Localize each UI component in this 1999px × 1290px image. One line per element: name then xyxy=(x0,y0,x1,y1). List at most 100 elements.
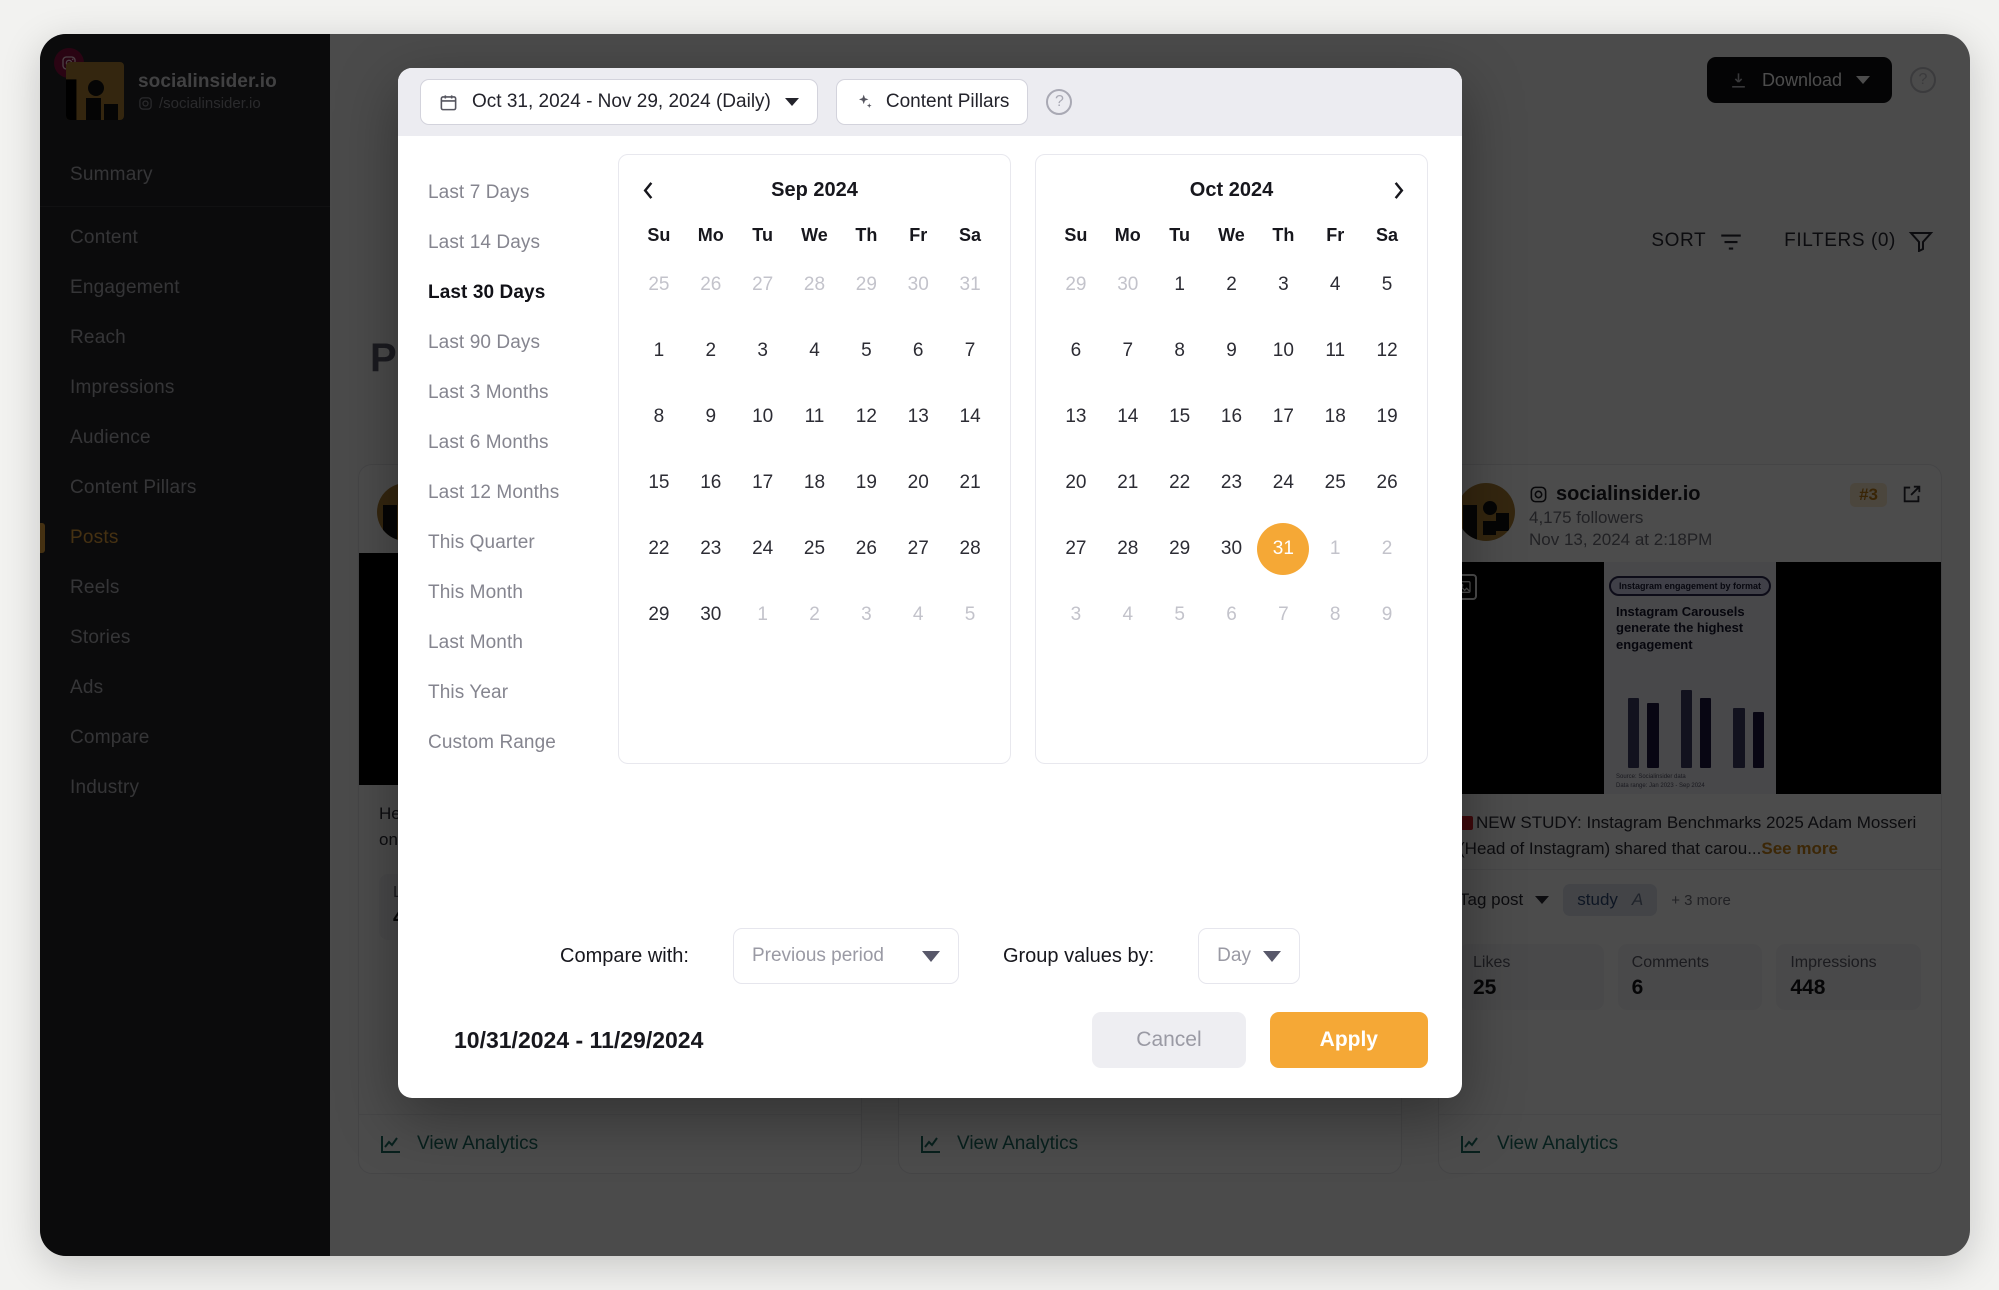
calendar-day[interactable]: 4 xyxy=(1309,252,1361,318)
calendar-day[interactable]: 4 xyxy=(789,318,841,384)
calendar-day[interactable]: 28 xyxy=(944,516,996,582)
calendar-day[interactable]: 5 xyxy=(840,318,892,384)
preset-last-month[interactable]: Last Month xyxy=(420,618,610,668)
cancel-button[interactable]: Cancel xyxy=(1092,1012,1246,1068)
calendar-day[interactable]: 14 xyxy=(1102,384,1154,450)
calendar-day[interactable]: 26 xyxy=(840,516,892,582)
calendar-day[interactable]: 5 xyxy=(1154,582,1206,648)
calendar-day[interactable]: 17 xyxy=(737,450,789,516)
calendar-day[interactable]: 27 xyxy=(737,252,789,318)
calendar-day[interactable]: 19 xyxy=(840,450,892,516)
calendar-day[interactable]: 4 xyxy=(892,582,944,648)
calendar-day[interactable]: 9 xyxy=(1361,582,1413,648)
calendar-day[interactable]: 17 xyxy=(1257,384,1309,450)
calendar-day[interactable]: 26 xyxy=(685,252,737,318)
calendar-day[interactable]: 20 xyxy=(892,450,944,516)
calendar-day[interactable]: 23 xyxy=(685,516,737,582)
calendar-day[interactable]: 29 xyxy=(840,252,892,318)
calendar-day[interactable]: 27 xyxy=(892,516,944,582)
calendar-day[interactable]: 19 xyxy=(1361,384,1413,450)
calendar-day[interactable]: 3 xyxy=(737,318,789,384)
next-month-button[interactable] xyxy=(1383,175,1413,205)
calendar-day[interactable]: 18 xyxy=(789,450,841,516)
preset-this-month[interactable]: This Month xyxy=(420,568,610,618)
calendar-day[interactable]: 29 xyxy=(633,582,685,648)
calendar-day[interactable]: 25 xyxy=(633,252,685,318)
calendar-day[interactable]: 2 xyxy=(789,582,841,648)
calendar-day[interactable]: 16 xyxy=(685,450,737,516)
calendar-day[interactable]: 30 xyxy=(892,252,944,318)
content-pillars-button[interactable]: Content Pillars xyxy=(835,79,1029,125)
calendar-day[interactable]: 26 xyxy=(1361,450,1413,516)
calendar-day[interactable]: 12 xyxy=(1361,318,1413,384)
calendar-day[interactable]: 2 xyxy=(1206,252,1258,318)
calendar-day[interactable]: 1 xyxy=(633,318,685,384)
calendar-day[interactable]: 24 xyxy=(737,516,789,582)
calendar-day[interactable]: 6 xyxy=(1050,318,1102,384)
calendar-day[interactable]: 9 xyxy=(685,384,737,450)
calendar-day[interactable]: 30 xyxy=(685,582,737,648)
help-circle-icon[interactable]: ? xyxy=(1046,89,1073,115)
calendar-day[interactable]: 7 xyxy=(1102,318,1154,384)
calendar-day[interactable]: 7 xyxy=(1257,582,1309,648)
calendar-day[interactable]: 11 xyxy=(789,384,841,450)
calendar-day[interactable]: 3 xyxy=(1257,252,1309,318)
calendar-day-selected[interactable]: 31 xyxy=(1257,516,1310,582)
calendar-day[interactable]: 6 xyxy=(892,318,944,384)
calendar-day[interactable]: 12 xyxy=(840,384,892,450)
calendar-day[interactable]: 21 xyxy=(1102,450,1154,516)
preset-last-12-months[interactable]: Last 12 Months xyxy=(420,468,610,518)
preset-last-7-days[interactable]: Last 7 Days xyxy=(420,168,610,218)
calendar-day[interactable]: 8 xyxy=(1154,318,1206,384)
calendar-day[interactable]: 1 xyxy=(1309,516,1361,582)
calendar-day[interactable]: 4 xyxy=(1102,582,1154,648)
calendar-day[interactable]: 10 xyxy=(1257,318,1309,384)
calendar-day[interactable]: 3 xyxy=(1050,582,1102,648)
calendar-day[interactable]: 29 xyxy=(1154,516,1206,582)
preset-custom-range[interactable]: Custom Range xyxy=(420,718,610,768)
calendar-day[interactable]: 20 xyxy=(1050,450,1102,516)
prev-month-button[interactable] xyxy=(633,175,663,205)
calendar-day[interactable]: 5 xyxy=(1361,252,1413,318)
calendar-day[interactable]: 8 xyxy=(1309,582,1361,648)
calendar-day[interactable]: 15 xyxy=(633,450,685,516)
date-range-button[interactable]: Oct 31, 2024 - Nov 29, 2024 (Daily) xyxy=(420,79,818,125)
calendar-day[interactable]: 7 xyxy=(944,318,996,384)
preset-last-30-days[interactable]: Last 30 Days xyxy=(420,268,610,318)
calendar-day[interactable]: 18 xyxy=(1309,384,1361,450)
calendar-day[interactable]: 30 xyxy=(1102,252,1154,318)
preset-last-6-months[interactable]: Last 6 Months xyxy=(420,418,610,468)
calendar-day[interactable]: 11 xyxy=(1309,318,1361,384)
group-values-by-select[interactable]: Day xyxy=(1198,928,1300,984)
calendar-day[interactable]: 29 xyxy=(1050,252,1102,318)
calendar-day[interactable]: 5 xyxy=(944,582,996,648)
calendar-day[interactable]: 13 xyxy=(892,384,944,450)
calendar-day[interactable]: 28 xyxy=(789,252,841,318)
calendar-day[interactable]: 21 xyxy=(944,450,996,516)
apply-button[interactable]: Apply xyxy=(1269,1012,1428,1068)
calendar-day[interactable]: 2 xyxy=(685,318,737,384)
calendar-day[interactable]: 24 xyxy=(1257,450,1309,516)
calendar-day[interactable]: 8 xyxy=(633,384,685,450)
calendar-day[interactable]: 1 xyxy=(737,582,789,648)
calendar-day[interactable]: 15 xyxy=(1154,384,1206,450)
preset-this-quarter[interactable]: This Quarter xyxy=(420,518,610,568)
preset-this-year[interactable]: This Year xyxy=(420,668,610,718)
calendar-day[interactable]: 6 xyxy=(1206,582,1258,648)
calendar-day[interactable]: 25 xyxy=(789,516,841,582)
calendar-day[interactable]: 10 xyxy=(737,384,789,450)
calendar-day[interactable]: 22 xyxy=(633,516,685,582)
calendar-day[interactable]: 14 xyxy=(944,384,996,450)
calendar-day[interactable]: 1 xyxy=(1154,252,1206,318)
calendar-day[interactable]: 16 xyxy=(1206,384,1258,450)
calendar-day[interactable]: 31 xyxy=(944,252,996,318)
calendar-day[interactable]: 22 xyxy=(1154,450,1206,516)
calendar-day[interactable]: 30 xyxy=(1206,516,1258,582)
preset-last-14-days[interactable]: Last 14 Days xyxy=(420,218,610,268)
calendar-day[interactable]: 3 xyxy=(840,582,892,648)
preset-last-90-days[interactable]: Last 90 Days xyxy=(420,318,610,368)
calendar-day[interactable]: 28 xyxy=(1102,516,1154,582)
calendar-day[interactable]: 27 xyxy=(1050,516,1102,582)
calendar-day[interactable]: 13 xyxy=(1050,384,1102,450)
preset-last-3-months[interactable]: Last 3 Months xyxy=(420,368,610,418)
